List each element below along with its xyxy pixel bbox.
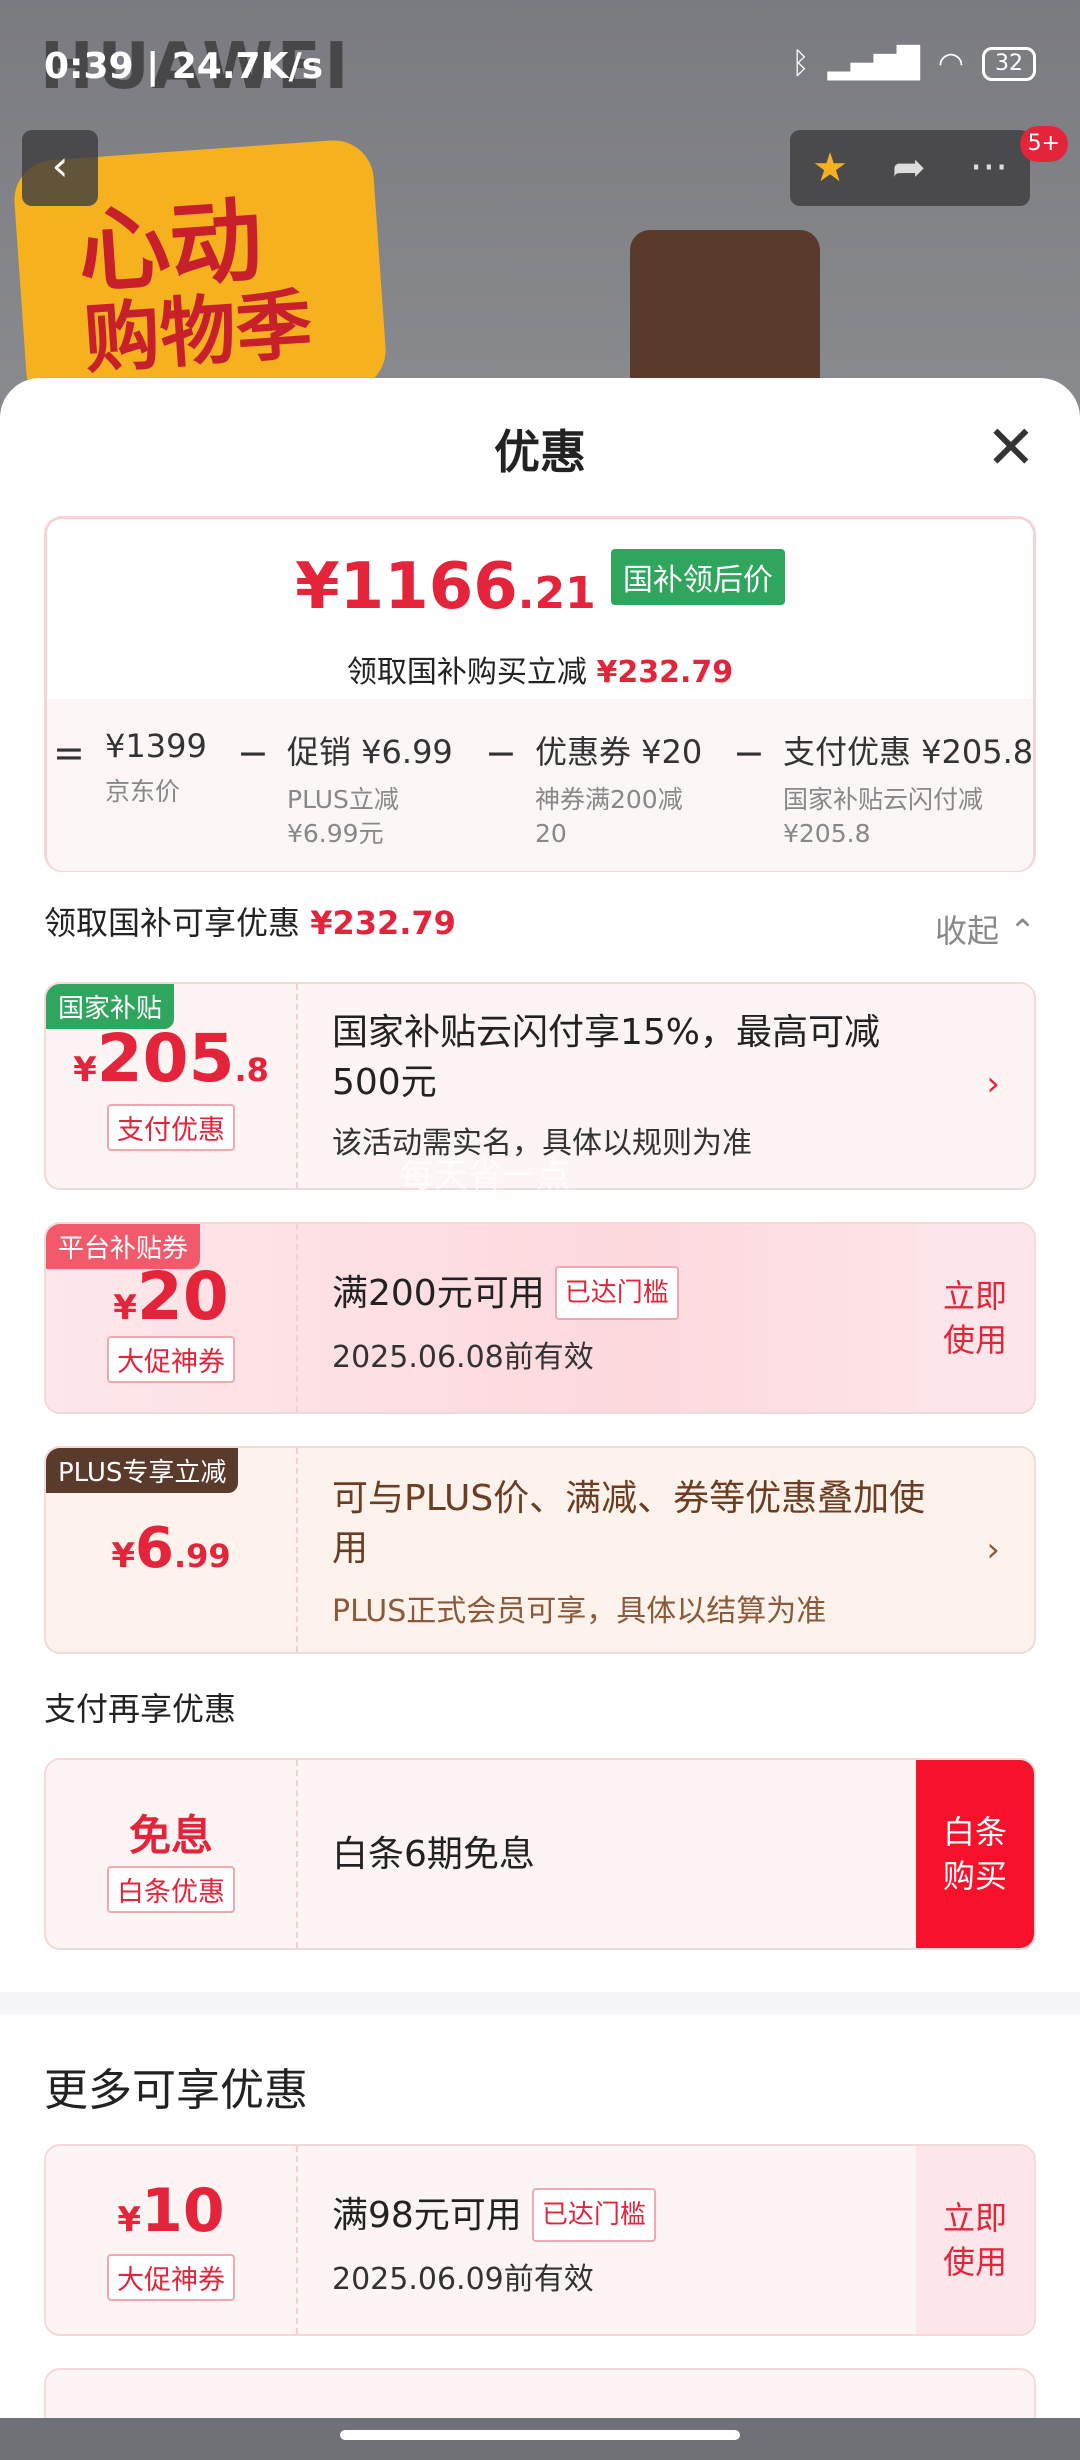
- baitiao-buy-button[interactable]: 白条 购买: [916, 1760, 1034, 1948]
- breakdown-item: 支付优惠 ¥205.8 国家补贴云闪付减 ¥205.8: [783, 733, 1033, 848]
- final-price: ¥1166.21: [295, 550, 596, 624]
- wifi-icon: ◠: [937, 46, 964, 81]
- coupon-desc: PLUS正式会员可享，具体以结算为准: [332, 1594, 827, 1629]
- price-breakdown: = ¥1399 京东价 − 促销 ¥6.99 PLUS立减 ¥6.99元 − 优惠券…: [47, 699, 1033, 871]
- product-image: [630, 230, 820, 400]
- coupon-title: 白条6期免息: [332, 1834, 535, 1875]
- section-payment: 支付再享优惠: [44, 1690, 237, 1728]
- coupon-left: 免息 白条优惠: [46, 1760, 298, 1948]
- coupon-chip: 白条优惠: [107, 1866, 235, 1913]
- coupon-title: 满200元可用 已达门槛: [332, 1266, 679, 1320]
- message-badge: 5+: [1019, 126, 1068, 162]
- equals-sign: =: [53, 731, 85, 775]
- coupon-title: 国家补贴云闪付享15%，最高可减 500元: [332, 1012, 881, 1103]
- threshold-badge: 已达门槛: [554, 1266, 679, 1320]
- bluetooth-icon: ᛒ: [791, 46, 810, 81]
- use-now-button[interactable]: 立即 使用: [916, 2146, 1034, 2334]
- coupon-card-platform[interactable]: 平台补贴券 ¥20 大促神券 满200元可用 已达门槛 2025.06.08前有效…: [44, 1222, 1036, 1414]
- coupon-chip: 大促神券: [107, 2254, 235, 2301]
- coupon-card-baitiao[interactable]: 免息 白条优惠 白条6期免息 白条 购买: [44, 1758, 1036, 1950]
- minus-sign: −: [485, 731, 517, 775]
- coupon-card-more[interactable]: ¥10 大促神券 满98元可用 已达门槛 2025.06.09前有效 立即 使用: [44, 2144, 1036, 2336]
- coupon-desc: 2025.06.09前有效: [332, 2262, 594, 2297]
- price-tag: 国补领后价: [610, 549, 785, 605]
- status-time: 0:39 | 24.7K/s: [44, 46, 324, 87]
- chevron-right-icon: ›: [986, 1530, 1000, 1570]
- battery-icon: 32: [982, 46, 1036, 81]
- coupon-card-plus[interactable]: PLUS专享立减 ¥6.99 可与PLUS价、满减、券等优惠叠加使 用 PLUS…: [44, 1446, 1036, 1654]
- coupon-left: 平台补贴券 ¥20 大促神券: [46, 1224, 298, 1412]
- chevron-right-icon: ›: [986, 1064, 1000, 1104]
- breakdown-item: 优惠券 ¥20 神券满200减 20: [535, 733, 703, 848]
- breakdown-item: ¥1399 京东价: [105, 727, 207, 806]
- more-button[interactable]: ···: [970, 145, 1008, 191]
- home-bar[interactable]: [340, 2430, 740, 2440]
- coupon-left: 国家补贴 ¥205.8 支付优惠: [46, 984, 298, 1188]
- close-icon[interactable]: ✕: [986, 418, 1036, 478]
- price-summary: ¥1166.21 国补领后价 领取国补购买立减 ¥232.79 = ¥1399 京…: [44, 516, 1036, 872]
- favorite-icon[interactable]: ★: [812, 145, 848, 191]
- nav-actions: ★ ➦ ···: [790, 130, 1030, 206]
- coupon-title: 满98元可用 已达门槛: [332, 2188, 656, 2242]
- section-divider: [0, 1992, 1080, 2014]
- sheet-title: 优惠: [494, 425, 586, 479]
- coupon-chip: 大促神券: [107, 1336, 235, 1383]
- minus-sign: −: [733, 731, 765, 775]
- coupon-amount: ¥205.8: [73, 1020, 269, 1097]
- coupon-amount: ¥10: [117, 2176, 225, 2246]
- use-now-button[interactable]: 立即 使用: [916, 1224, 1034, 1412]
- coupon-left: ¥10 大促神券: [46, 2146, 298, 2334]
- coupon-amount: ¥20: [113, 1258, 229, 1335]
- coupon-title: 可与PLUS价、满减、券等优惠叠加使 用: [332, 1478, 926, 1569]
- coupon-left: PLUS专享立减 ¥6.99: [46, 1448, 298, 1652]
- more-discounts-title: 更多可享优惠: [44, 2065, 308, 2116]
- coupon-amount: ¥6.99: [111, 1516, 231, 1581]
- coupon-chip: 支付优惠: [107, 1104, 235, 1151]
- discount-sheet: 优惠 ✕ ¥1166.21 国补领后价 领取国补购买立减 ¥232.79 = ¥…: [0, 378, 1080, 2460]
- share-icon[interactable]: ➦: [892, 145, 926, 191]
- coupon-corner-tag: PLUS专享立减: [46, 1448, 239, 1493]
- breakdown-item: 促销 ¥6.99 PLUS立减 ¥6.99元: [287, 733, 453, 848]
- home-indicator: [0, 2418, 1080, 2460]
- section-national-subsidy: 领取国补可享优惠 ¥232.79: [44, 904, 456, 942]
- back-button[interactable]: ‹: [22, 130, 98, 206]
- status-bar: 0:39 | 24.7K/s ᛒ ▂▄▆█ ◠ 32: [0, 0, 1080, 130]
- coupon-amount: 免息: [128, 1811, 213, 1860]
- minus-sign: −: [237, 731, 269, 775]
- price-subline: 领取国补购买立减 ¥232.79: [346, 655, 734, 690]
- collapse-button[interactable]: 收起 ⌃: [935, 906, 1036, 952]
- watermark: 每天省一点: [400, 1156, 570, 1196]
- coupon-desc: 2025.06.08前有效: [332, 1340, 594, 1375]
- top-nav: ‹ ★ ➦ ··· 5+: [0, 126, 1080, 210]
- signal-icon: ▂▄▆█: [827, 46, 920, 81]
- promo-line2: 购物季: [81, 279, 315, 385]
- status-icons: ᛒ ▂▄▆█ ◠ 32: [792, 46, 1036, 81]
- threshold-badge: 已达门槛: [531, 2188, 656, 2242]
